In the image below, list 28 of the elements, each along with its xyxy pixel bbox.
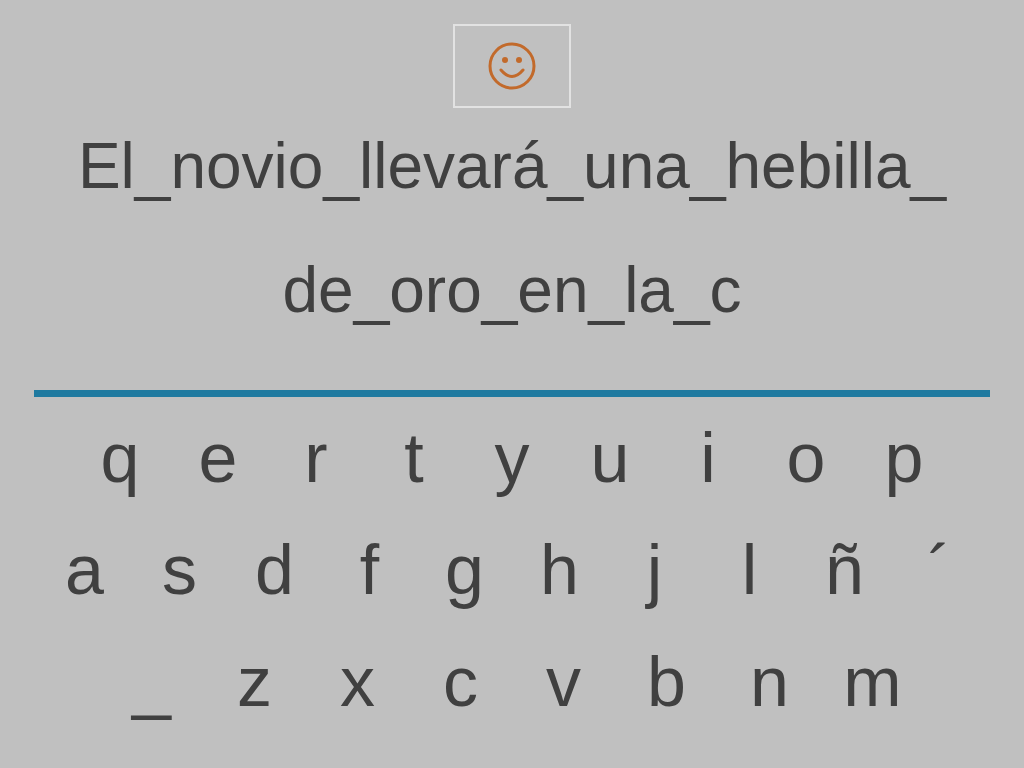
letter-key[interactable]: u xyxy=(561,413,659,503)
letter-key[interactable]: e xyxy=(169,413,267,503)
letter-key[interactable]: r xyxy=(267,413,365,503)
letter-key[interactable]: y xyxy=(463,413,561,503)
letter-key[interactable]: _ xyxy=(100,637,203,727)
letter-key[interactable]: m xyxy=(821,637,924,727)
letter-key[interactable]: v xyxy=(512,637,615,727)
letter-key[interactable]: a xyxy=(37,525,132,615)
letter-key[interactable]: z xyxy=(203,637,306,727)
letter-key[interactable]: t xyxy=(365,413,463,503)
letter-key[interactable]: b xyxy=(615,637,718,727)
letter-key[interactable]: q xyxy=(71,413,169,503)
smiley-icon xyxy=(487,41,537,91)
letter-key[interactable]: s xyxy=(132,525,227,615)
letter-key[interactable]: d xyxy=(227,525,322,615)
letter-key[interactable]: f xyxy=(322,525,417,615)
letter-key[interactable]: ´ xyxy=(892,525,987,615)
letter-key[interactable]: l xyxy=(702,525,797,615)
letter-key[interactable]: j xyxy=(607,525,702,615)
letter-key[interactable]: g xyxy=(417,525,512,615)
letter-key[interactable]: x xyxy=(306,637,409,727)
letter-key[interactable]: p xyxy=(855,413,953,503)
letter-key[interactable]: ñ xyxy=(797,525,892,615)
letter-key[interactable]: c xyxy=(409,637,512,727)
letter-key[interactable]: i xyxy=(659,413,757,503)
letter-key[interactable]: h xyxy=(512,525,607,615)
letter-key[interactable]: o xyxy=(757,413,855,503)
letter-key[interactable]: n xyxy=(718,637,821,727)
